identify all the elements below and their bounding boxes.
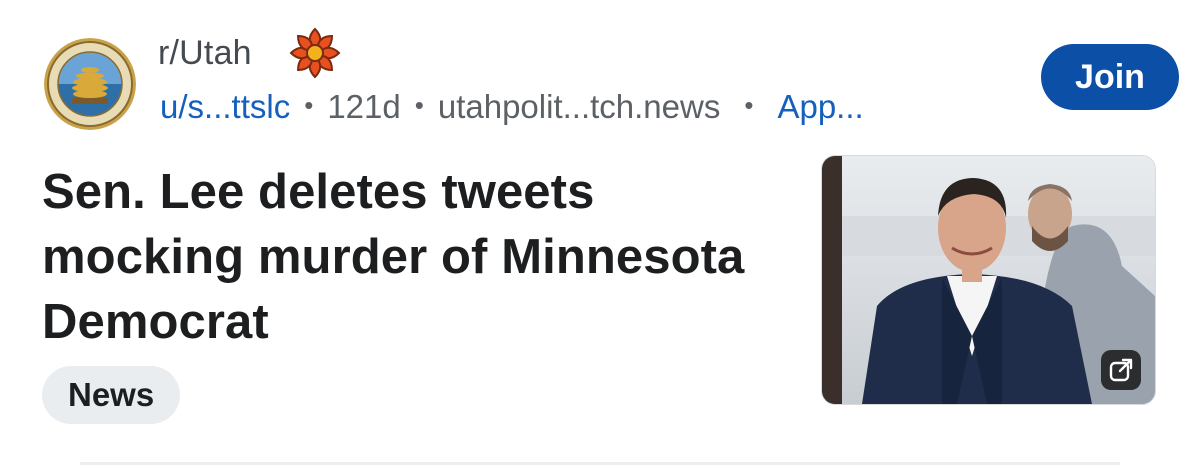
author-link[interactable]: u/s...ttslc xyxy=(160,88,290,126)
meta-separator: • xyxy=(304,90,314,120)
meta-separator: • xyxy=(744,90,754,120)
post-age: 121d xyxy=(327,88,401,125)
divider xyxy=(80,462,1120,465)
app-link[interactable]: App... xyxy=(777,88,863,126)
join-button[interactable]: Join xyxy=(1041,44,1179,110)
utah-seal-beehive-icon xyxy=(44,38,136,130)
post-thumbnail[interactable] xyxy=(821,155,1156,405)
post-flair-chip[interactable]: News xyxy=(42,366,181,424)
subreddit-name[interactable]: r/Utah xyxy=(158,34,252,73)
subreddit-avatar[interactable] xyxy=(44,38,136,130)
meta-separator: • xyxy=(414,90,424,120)
post-title[interactable]: Sen. Lee deletes tweets mocking murder o… xyxy=(42,160,782,355)
sego-lily-flower-icon xyxy=(288,26,342,80)
post-domain[interactable]: utahpolit...tch.news xyxy=(438,88,721,126)
external-link-icon[interactable] xyxy=(1101,350,1141,390)
post-meta: u/s...ttslc • 121d • utahpolit...tch.new… xyxy=(160,88,864,126)
